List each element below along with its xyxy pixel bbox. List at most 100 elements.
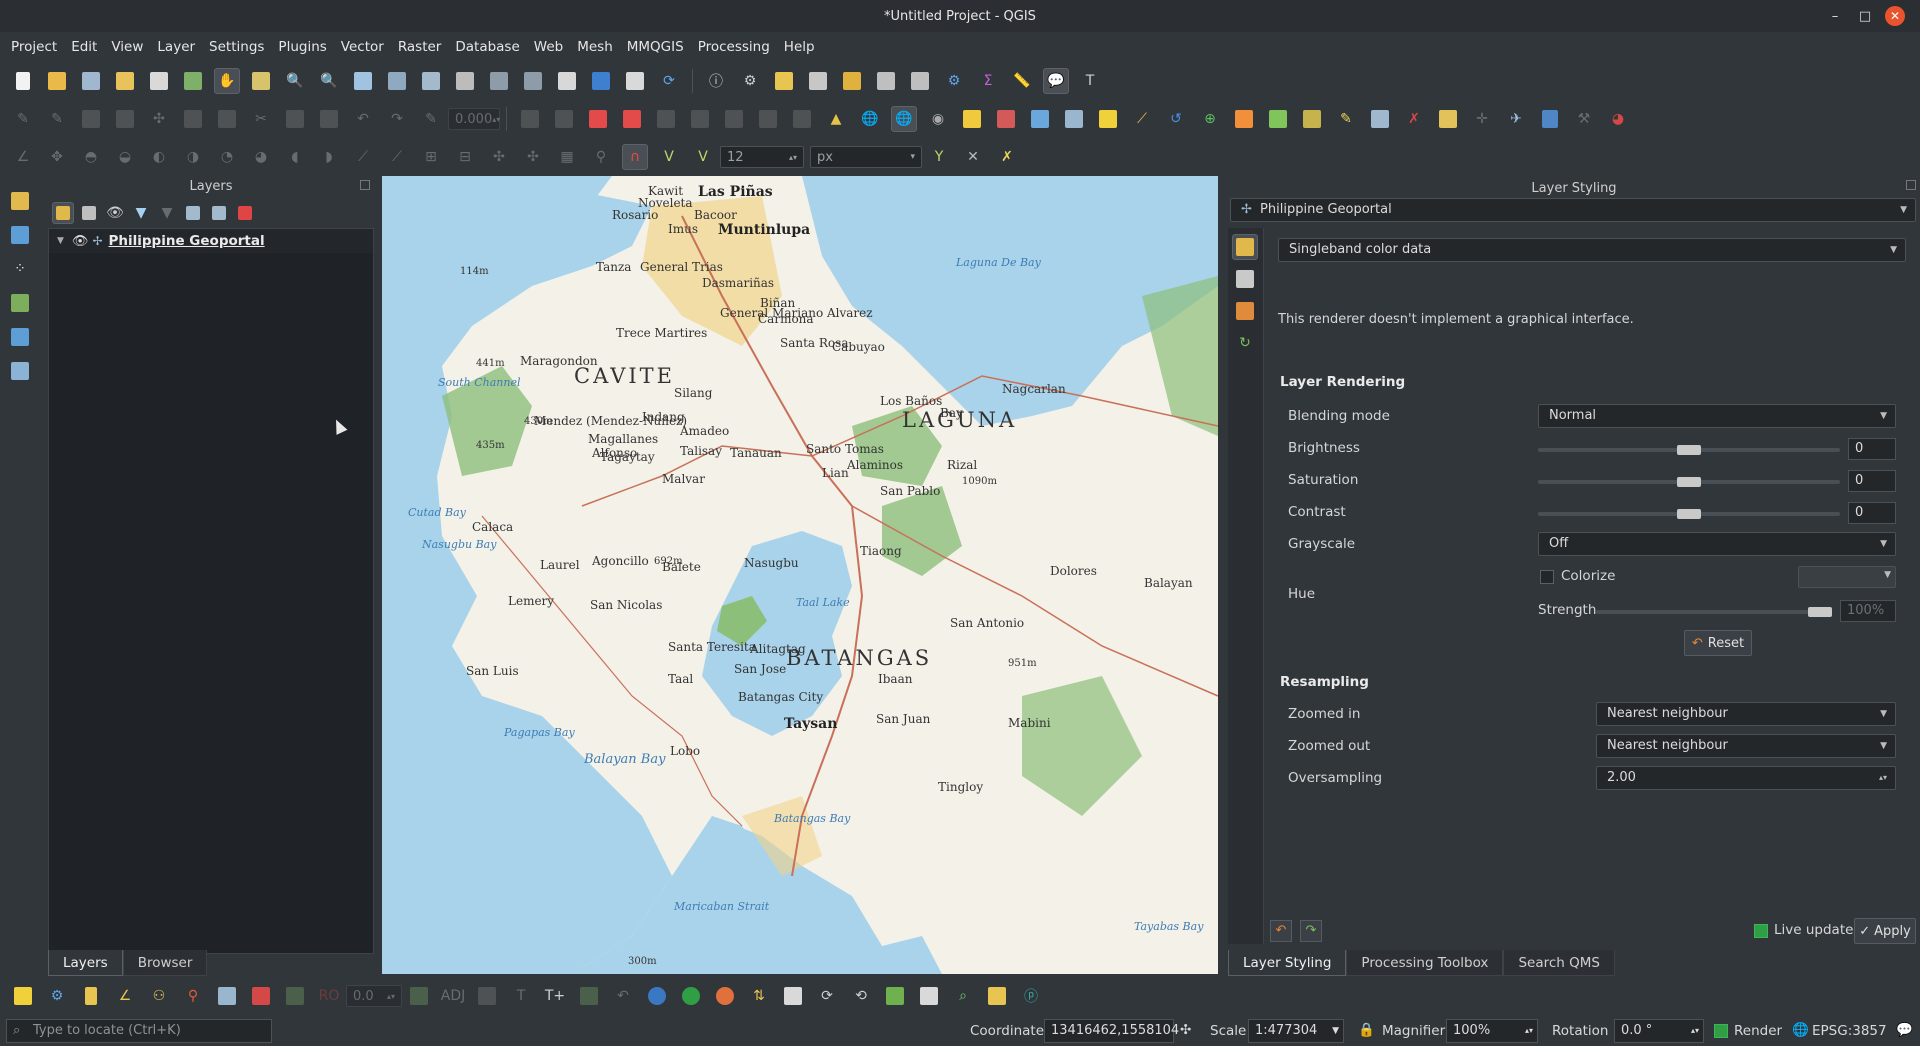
crs-button[interactable]: EPSG:3857	[1812, 1023, 1887, 1039]
split-features-icon[interactable]: ⟋	[350, 144, 376, 170]
kml-icon[interactable]: ✗	[1401, 106, 1427, 132]
zoom-to-selection-icon[interactable]	[384, 68, 410, 94]
snap-segment-icon[interactable]: V	[690, 144, 716, 170]
menu-vector[interactable]: Vector	[334, 39, 391, 55]
json-icon[interactable]	[712, 983, 738, 1009]
delete-part-icon[interactable]: ◗	[316, 144, 342, 170]
zoomed-in-dropdown[interactable]: Nearest neighbour ▼	[1596, 702, 1896, 726]
filter-expression-icon[interactable]: ▼	[156, 202, 178, 224]
open-project-icon[interactable]	[44, 68, 70, 94]
rotation-spinbox[interactable]: 0.000 ▴▾	[448, 108, 500, 130]
binoculars-icon[interactable]: ⚇	[146, 983, 172, 1009]
menu-view[interactable]: View	[104, 39, 150, 55]
change-label-icon[interactable]	[789, 106, 815, 132]
close-button[interactable]: ✕	[1885, 6, 1905, 26]
reshape-icon[interactable]: ◒	[112, 144, 138, 170]
zoom-search-icon[interactable]: ⌕	[950, 983, 976, 1009]
map-swipe-icon[interactable]	[10, 983, 36, 1009]
map-tips-icon[interactable]: 💬	[1043, 68, 1069, 94]
filter-legend-icon[interactable]: ▼	[130, 202, 152, 224]
histogram-tab-icon[interactable]	[1232, 298, 1258, 324]
colorize-checkbox[interactable]	[1540, 570, 1554, 584]
add-record-icon[interactable]	[780, 983, 806, 1009]
save-edits-icon[interactable]	[78, 106, 104, 132]
show-bookmarks-icon[interactable]	[622, 68, 648, 94]
track-icon[interactable]: ⚲	[588, 144, 614, 170]
grid-icon[interactable]	[993, 106, 1019, 132]
magic-wand-icon[interactable]: ⟋	[1129, 106, 1155, 132]
undo-plugin-icon[interactable]: ↶	[610, 983, 636, 1009]
add-feature-icon[interactable]	[112, 106, 138, 132]
rotate-icon[interactable]: ↺	[1163, 106, 1189, 132]
grayscale-dropdown[interactable]: Off ▼	[1538, 532, 1896, 556]
cycle-icon[interactable]: ⟲	[848, 983, 874, 1009]
vertex-tool-icon[interactable]: ✣	[146, 106, 172, 132]
toggle-editing-icon[interactable]: ✎	[44, 106, 70, 132]
rotate-feature-icon[interactable]: ✎	[418, 106, 444, 132]
live-update-checkbox[interactable]	[1754, 924, 1768, 938]
refresh-icon[interactable]: ⟳	[656, 68, 682, 94]
saturation-slider[interactable]	[1538, 477, 1840, 487]
add-ring-icon[interactable]: ◑	[180, 144, 206, 170]
zoom-next-icon[interactable]	[520, 68, 546, 94]
locator-search-input[interactable]: ⌕ Type to locate (Ctrl+K)	[6, 1019, 272, 1043]
search-plugin-icon[interactable]: ⊕	[1197, 106, 1223, 132]
snap-units-dropdown[interactable]: px ▾	[810, 146, 922, 168]
layer-diagram-icon[interactable]	[619, 106, 645, 132]
zoom-native-icon[interactable]	[452, 68, 478, 94]
fill-ring-icon[interactable]: ◕	[248, 144, 274, 170]
select-features-icon[interactable]	[771, 68, 797, 94]
split-parts-icon[interactable]: ⟋	[384, 144, 410, 170]
po-icon[interactable]	[282, 983, 308, 1009]
menu-edit[interactable]: Edit	[64, 39, 104, 55]
add-raster-layer-icon[interactable]	[7, 290, 33, 316]
network-icon[interactable]: ◉	[925, 106, 951, 132]
tab-layers[interactable]: Layers	[48, 950, 123, 976]
pin-labels-icon[interactable]	[653, 106, 679, 132]
blending-mode-dropdown[interactable]: Normal ▼	[1538, 404, 1896, 428]
layer-tool-icon[interactable]	[1299, 106, 1325, 132]
self-snapping-icon[interactable]: ✗	[994, 144, 1020, 170]
data-source-manager-icon[interactable]	[7, 188, 33, 214]
open-layer-styling-icon[interactable]	[52, 202, 74, 224]
layer-item[interactable]: ▼ 👁 ✢ Philippine Geoportal	[49, 229, 373, 253]
chart-icon[interactable]	[1027, 106, 1053, 132]
contrast-slider[interactable]	[1538, 509, 1840, 519]
zoom-last-icon[interactable]	[486, 68, 512, 94]
qgis-plugin-icon[interactable]	[1231, 106, 1257, 132]
menu-web[interactable]: Web	[527, 39, 570, 55]
oversampling-spinbox[interactable]: 2.00 ▴▾	[1596, 766, 1896, 790]
feather-icon[interactable]: ✎	[1333, 106, 1359, 132]
maximize-button[interactable]: □	[1855, 6, 1875, 26]
tile-grid-icon[interactable]	[882, 983, 908, 1009]
move-feature-icon[interactable]: ✥	[44, 144, 70, 170]
menu-raster[interactable]: Raster	[391, 39, 449, 55]
offset-curve-icon[interactable]: ◓	[78, 144, 104, 170]
slider-handle[interactable]	[1808, 607, 1832, 617]
deselect-icon[interactable]	[839, 68, 865, 94]
merge-features-icon[interactable]: ⊞	[418, 144, 444, 170]
pin-icon[interactable]: ⚲	[180, 983, 206, 1009]
ad-icon[interactable]	[248, 983, 274, 1009]
undock-icon[interactable]	[360, 180, 370, 190]
save-project-icon[interactable]	[78, 68, 104, 94]
cut-features-icon[interactable]: ✂	[248, 106, 274, 132]
tab-search-qms[interactable]: Search QMS	[1503, 950, 1615, 976]
zoom-to-layer-icon[interactable]	[418, 68, 444, 94]
colorize-color-button[interactable]: ▼	[1798, 566, 1896, 588]
collapse-all-icon[interactable]	[208, 202, 230, 224]
snapping-icon[interactable]: ∩	[622, 144, 648, 170]
show-hide-labels-icon[interactable]	[687, 106, 713, 132]
print-layout-icon[interactable]	[146, 68, 172, 94]
run-action-icon[interactable]: ⚙	[737, 68, 763, 94]
qr-icon[interactable]	[984, 983, 1010, 1009]
menu-plugins[interactable]: Plugins	[271, 39, 333, 55]
render-checkbox[interactable]	[1714, 1024, 1728, 1038]
add-part-icon[interactable]: ◔	[214, 144, 240, 170]
snap-vertex-icon[interactable]: V	[656, 144, 682, 170]
reset-button[interactable]: ↶ Reset	[1684, 630, 1752, 656]
measure-angle-icon[interactable]: ∠	[112, 983, 138, 1009]
hash-icon[interactable]	[576, 983, 602, 1009]
redo-icon[interactable]: ↷	[384, 106, 410, 132]
identify-icon[interactable]: ⓘ	[703, 68, 729, 94]
